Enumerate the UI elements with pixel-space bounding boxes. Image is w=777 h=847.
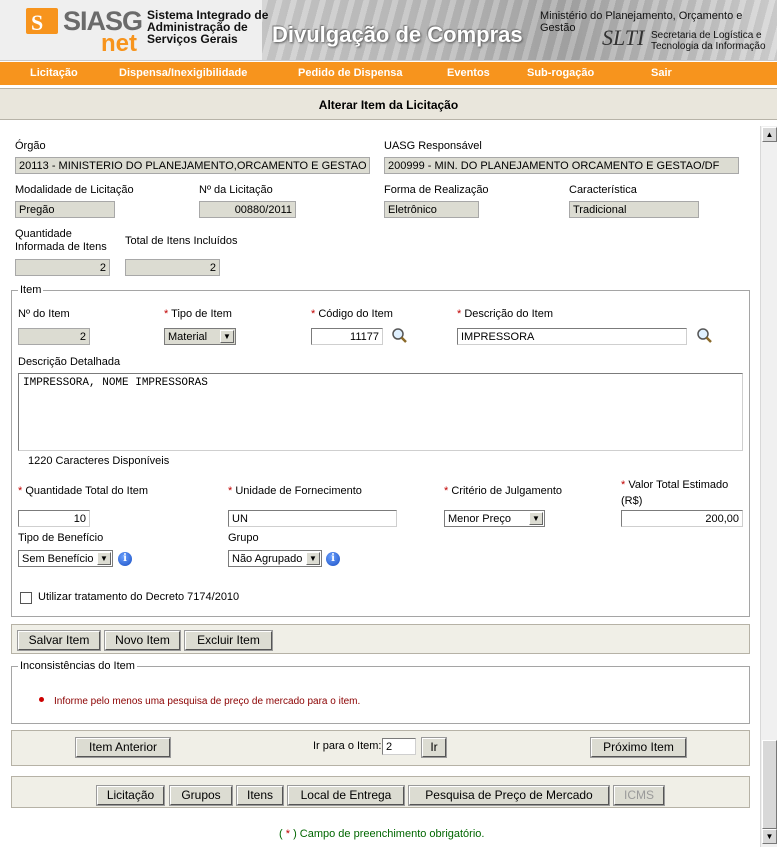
modalidade-label: Modalidade de Licitação (15, 184, 134, 196)
tipo-beneficio-label: Tipo de Benefício (18, 532, 104, 544)
criterio-select[interactable]: Menor Preço ▼ (444, 510, 545, 527)
quantidade-input[interactable]: 10 (18, 510, 90, 527)
tipo-beneficio-select[interactable]: Sem Benefício ▼ (18, 550, 113, 567)
tipo-item-select[interactable]: Material ▼ (164, 328, 236, 345)
tab-grupos[interactable]: Grupos (169, 785, 233, 806)
caracteristica-label: Característica (569, 184, 637, 196)
info-icon[interactable]: i (118, 552, 132, 566)
tab-local-entrega[interactable]: Local de Entrega (287, 785, 405, 806)
inconsistencias-legend: Inconsistências do Item (18, 660, 137, 672)
unidade-label: * Unidade de Fornecimento (228, 485, 362, 497)
chevron-down-icon[interactable]: ▼ (220, 330, 234, 343)
proximo-item-button[interactable]: Próximo Item (590, 737, 687, 758)
siasg-logo-net: net (101, 30, 137, 57)
uasg-field: 200999 - MIN. DO PLANEJAMENTO ORCAMENTO … (384, 157, 739, 174)
qtd-informada-field: 2 (15, 259, 110, 276)
quantidade-label: * Quantidade Total do Item (18, 485, 149, 497)
banner-title: Divulgação de Compras (272, 22, 523, 47)
system-name: Sistema Integrado de Administração de Se… (147, 8, 269, 46)
total-incluidos-label: Total de Itens Incluídos (125, 235, 238, 247)
chevron-down-icon[interactable]: ▼ (529, 512, 543, 525)
search-codigo-icon[interactable] (391, 327, 408, 344)
descricao-detalhada-label: Descrição Detalhada (18, 356, 121, 368)
scroll-up-icon[interactable]: ▲ (762, 127, 777, 142)
forma-realizacao-label: Forma de Realização (384, 184, 489, 196)
main-menu: Licitação Dispensa/Inexigibilidade Pedid… (0, 62, 777, 85)
forma-realizacao-field: Eletrônico (384, 201, 479, 218)
inconsistencias-fieldset (11, 666, 750, 724)
numero-item-label: Nº do Item (18, 308, 70, 320)
numero-licitacao-field: 00880/2011 (199, 201, 296, 218)
info-icon[interactable]: i (326, 552, 340, 566)
menu-item-sair[interactable]: Sair (651, 67, 672, 79)
menu-item-pedido-dispensa[interactable]: Pedido de Dispensa (298, 67, 403, 79)
valor-total-label: * Valor Total Estimado (R$) (621, 479, 729, 507)
decreto-checkbox[interactable] (20, 592, 32, 604)
menu-item-sub-rogacao[interactable]: Sub-rogação (527, 67, 594, 79)
caracteristica-field: Tradicional (569, 201, 699, 218)
caracteres-disponiveis: 1220 Caracteres Disponíveis (28, 455, 170, 467)
numero-licitacao-label: Nº da Licitação (199, 184, 273, 196)
salvar-item-button[interactable]: Salvar Item (17, 630, 101, 651)
menu-item-licitacao[interactable]: Licitação (30, 67, 78, 79)
page-title-bar: Alterar Item da Licitação (0, 88, 777, 120)
chevron-down-icon[interactable]: ▼ (306, 552, 320, 565)
tipo-item-label: * Tipo de Item (164, 308, 232, 320)
excluir-item-button[interactable]: Excluir Item (184, 630, 273, 651)
tab-licitacao[interactable]: Licitação (96, 785, 165, 806)
grupo-label: Grupo (228, 532, 259, 544)
menu-item-dispensa[interactable]: Dispensa/Inexigibilidade (119, 67, 247, 79)
error-bullet-icon (39, 697, 44, 702)
descricao-detalhada-textarea[interactable]: IMPRESSORA, NOME IMPRESSORAS (18, 373, 743, 451)
total-incluidos-field: 2 (125, 259, 220, 276)
descricao-item-input[interactable]: IMPRESSORA (457, 328, 687, 345)
orgao-label: Órgão (15, 140, 46, 152)
valor-total-input[interactable]: 200,00 (621, 510, 743, 527)
inconsistencia-message: Informe pelo menos uma pesquisa de preço… (54, 696, 361, 707)
ir-para-input[interactable]: 2 (382, 738, 416, 755)
codigo-item-label: * Código do Item (311, 308, 393, 320)
item-anterior-button[interactable]: Item Anterior (75, 737, 171, 758)
qtd-informada-label: Quantidade Informada de Itens (15, 228, 107, 253)
tab-itens[interactable]: Itens (236, 785, 284, 806)
uasg-label: UASG Responsável (384, 140, 482, 152)
novo-item-button[interactable]: Novo Item (104, 630, 181, 651)
page-title: Alterar Item da Licitação (318, 98, 459, 112)
siasg-logo-mark: S (26, 8, 58, 35)
modalidade-field: Pregão (15, 201, 115, 218)
tab-pesquisa-preco[interactable]: Pesquisa de Preço de Mercado (408, 785, 610, 806)
decreto-label: Utilizar tratamento do Decreto 7174/2010 (38, 591, 240, 603)
scroll-down-icon[interactable]: ▼ (762, 829, 777, 844)
descricao-item-label: * Descrição do Item (457, 308, 553, 320)
ir-para-label: Ir para o Item: (313, 740, 382, 752)
grupo-select[interactable]: Não Agrupado ▼ (228, 550, 322, 567)
slti-name: Secretaria de Logística e Tecnologia da … (651, 30, 766, 52)
scrollbar-thumb[interactable] (762, 740, 777, 829)
tab-icms: ICMS (613, 785, 665, 806)
chevron-down-icon[interactable]: ▼ (97, 552, 111, 565)
unidade-input[interactable]: UN (228, 510, 397, 527)
required-field-note: ( * ) Campo de preenchimento obrigatório… (279, 828, 485, 840)
slti-logo: SLTI (602, 25, 645, 50)
header-banner: S SIASG net Sistema Integrado de Adminis… (0, 0, 777, 61)
orgao-field: 20113 - MINISTERIO DO PLANEJAMENTO,ORCAM… (15, 157, 370, 174)
menu-item-eventos[interactable]: Eventos (447, 67, 490, 79)
vertical-scrollbar[interactable]: ▲ ▼ (760, 126, 777, 847)
criterio-label: * Critério de Julgamento (444, 485, 563, 497)
ir-button[interactable]: Ir (421, 737, 447, 758)
codigo-item-input[interactable]: 11177 (311, 328, 383, 345)
item-legend: Item (18, 284, 44, 296)
numero-item-field: 2 (18, 328, 90, 345)
search-descricao-icon[interactable] (696, 327, 713, 344)
